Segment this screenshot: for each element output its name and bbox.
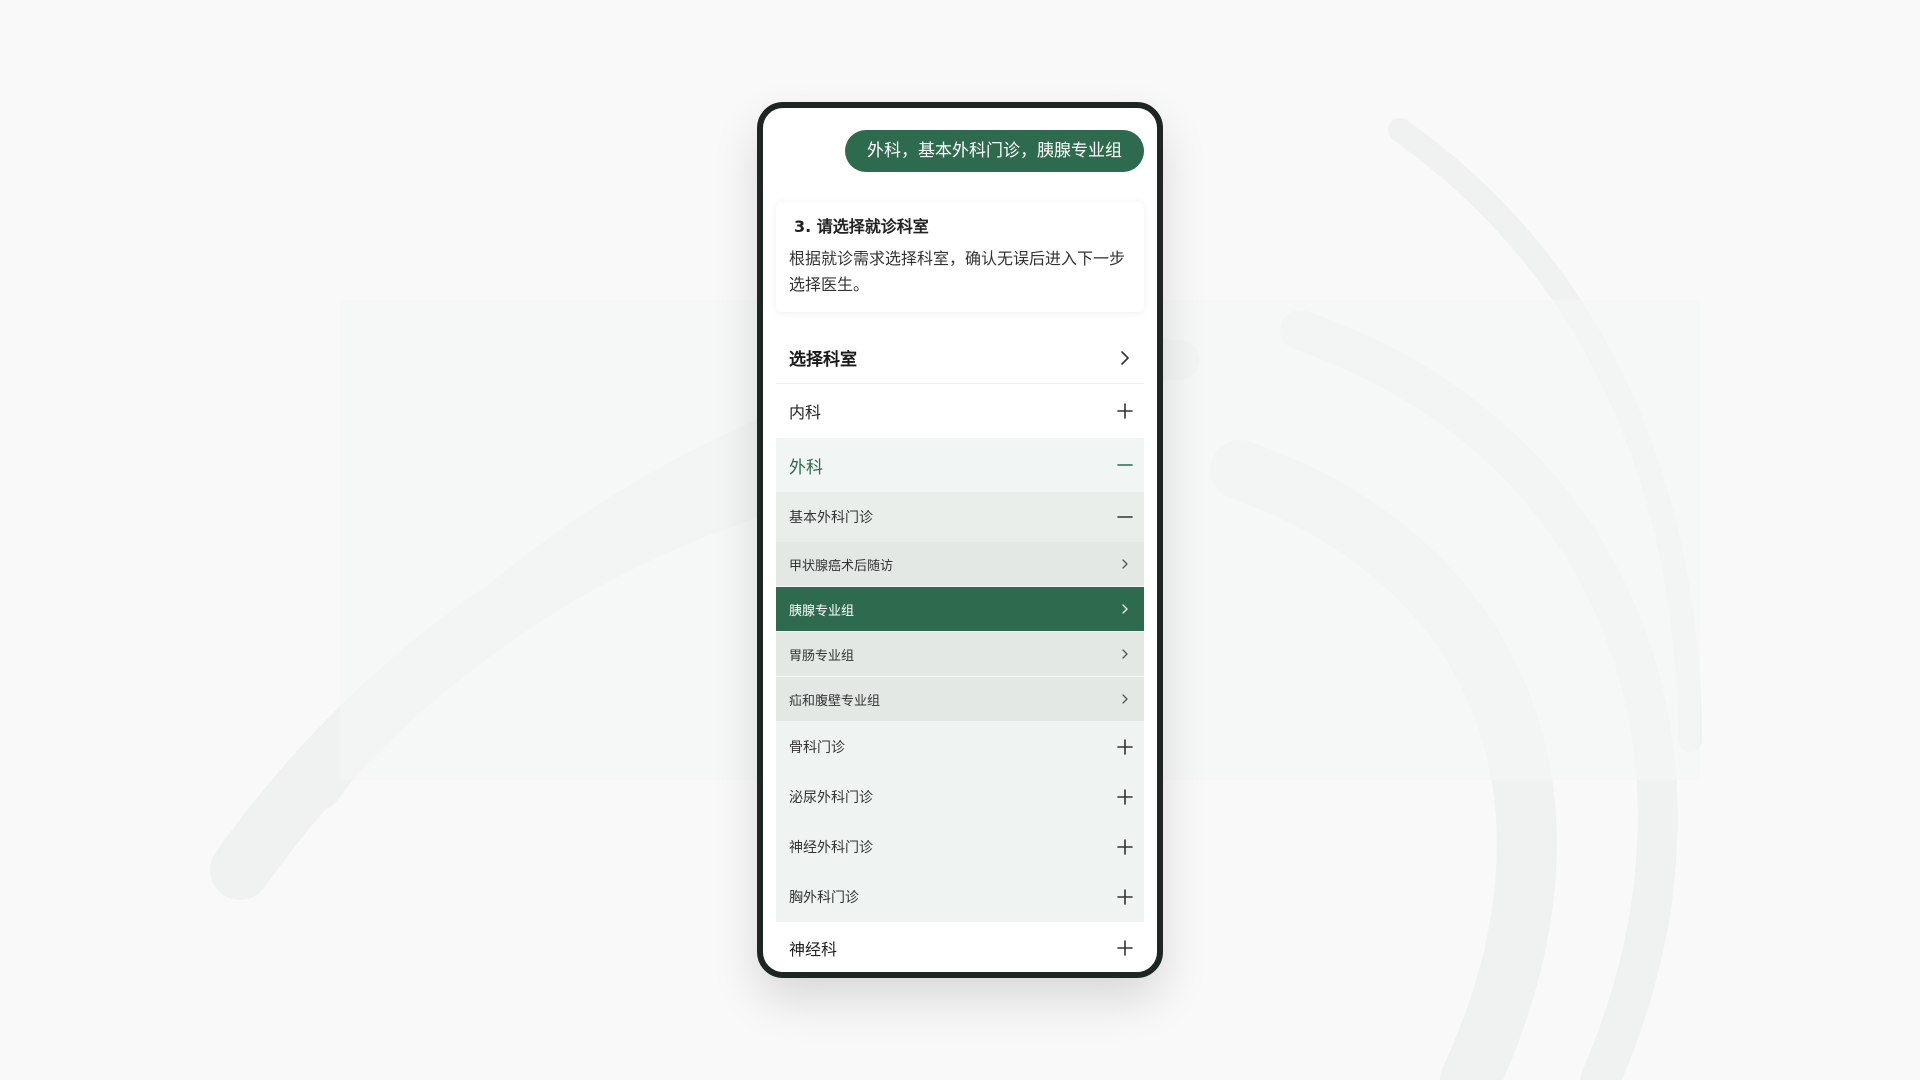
- clinic-label: 泌尿外科门诊: [789, 790, 873, 806]
- phone-screen: 外科，基本外科门诊，胰腺专业组 3. 请选择就诊科室 根据就诊需求选择科室，确认…: [763, 108, 1157, 972]
- group-pancreas[interactable]: 胰腺专业组: [776, 587, 1144, 632]
- plus-icon[interactable]: [1114, 736, 1136, 758]
- phone-frame: 外科，基本外科门诊，胰腺专业组 3. 请选择就诊科室 根据就诊需求选择科室，确认…: [757, 102, 1163, 978]
- group-thyroid-followup[interactable]: 甲状腺癌术后随访: [776, 542, 1144, 587]
- minus-icon[interactable]: [1114, 506, 1136, 528]
- selected-department-bubble: 外科，基本外科门诊，胰腺专业组: [845, 130, 1144, 172]
- select-department-label: 选择科室: [789, 350, 857, 370]
- clinic-neurosurgery[interactable]: 神经外科门诊: [776, 822, 1144, 872]
- group-hernia-abdominal-wall[interactable]: 疝和腹壁专业组: [776, 677, 1144, 722]
- clinic-general-surgery[interactable]: 基本外科门诊: [776, 492, 1144, 542]
- clinic-thoracic-surgery[interactable]: 胸外科门诊: [776, 872, 1144, 922]
- plus-icon[interactable]: [1114, 937, 1136, 959]
- plus-icon[interactable]: [1114, 886, 1136, 908]
- clinic-label: 基本外科门诊: [789, 510, 873, 526]
- step-title: 3. 请选择就诊科室: [794, 217, 929, 236]
- clinic-label: 神经外科门诊: [789, 840, 873, 856]
- minus-icon[interactable]: [1114, 454, 1136, 476]
- chevron-right-icon: [1114, 643, 1136, 665]
- group-label: 甲状腺癌术后随访: [789, 558, 894, 574]
- group-label: 疝和腹壁专业组: [789, 693, 881, 709]
- chevron-right-icon: [1114, 553, 1136, 575]
- department-surgery[interactable]: 外科: [776, 438, 1144, 492]
- plus-icon[interactable]: [1114, 836, 1136, 858]
- clinic-urology[interactable]: 泌尿外科门诊: [776, 772, 1144, 822]
- clinic-label: 胸外科门诊: [789, 890, 859, 906]
- department-label: 外科: [789, 457, 823, 478]
- department-label: 内科: [789, 403, 822, 422]
- group-gastrointestinal[interactable]: 胃肠专业组: [776, 632, 1144, 677]
- chevron-right-icon: [1114, 688, 1136, 710]
- chevron-right-icon: [1114, 347, 1136, 369]
- clinic-orthopedics[interactable]: 骨科门诊: [776, 722, 1144, 772]
- clinic-label: 骨科门诊: [789, 740, 845, 756]
- group-label: 胃肠专业组: [789, 648, 855, 664]
- step-description: 根据就诊需求选择科室，确认无误后进入下一步选择医生。: [789, 249, 1126, 294]
- chevron-right-icon: [1114, 598, 1136, 620]
- department-list: 选择科室 内科 外科 基本外科门诊 甲状腺癌术后随访 胰腺专业组 胃肠专业组 疝…: [776, 332, 1144, 972]
- department-label: 神经科: [789, 940, 838, 959]
- select-department-header[interactable]: 选择科室: [776, 332, 1144, 384]
- group-label: 胰腺专业组: [789, 603, 855, 619]
- department-internal-medicine[interactable]: 内科: [776, 384, 1144, 438]
- step-instruction-card: 3. 请选择就诊科室 根据就诊需求选择科室，确认无误后进入下一步选择医生。: [776, 202, 1144, 312]
- plus-icon[interactable]: [1114, 400, 1136, 422]
- plus-icon[interactable]: [1114, 786, 1136, 808]
- department-neurology[interactable]: 神经科: [776, 922, 1144, 972]
